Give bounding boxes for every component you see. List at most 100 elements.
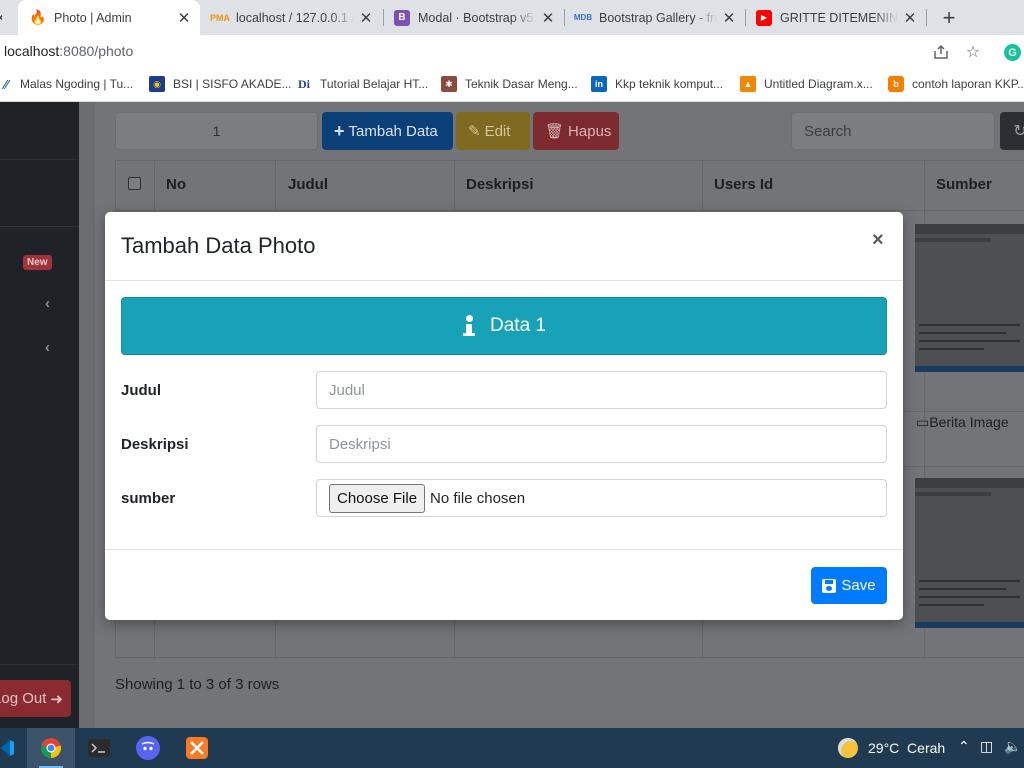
bookmark-label: Teknik Dasar Meng... [465, 77, 578, 91]
chevron-left-icon[interactable]: ‹ [45, 295, 50, 312]
logout-button[interactable]: Log Out ➜ [0, 680, 71, 717]
bookmark-star-icon[interactable]: ☆ [962, 41, 984, 63]
weather-text: 29°C Cerah [868, 740, 946, 756]
file-status: No file chosen [430, 489, 526, 507]
vscode-icon[interactable] [0, 728, 30, 768]
column-header-users-id[interactable]: Users Id [714, 176, 773, 193]
url-text[interactable]: localhost:8080/photo [4, 43, 133, 59]
bootstrap-icon: B [394, 9, 410, 26]
tab-separator [926, 9, 927, 26]
share-icon[interactable] [930, 41, 952, 63]
close-icon[interactable]: ✕ [721, 9, 737, 27]
mdb-icon: MDB [573, 13, 593, 22]
data-section-header: Data 1 [121, 297, 887, 355]
tab-label: Photo | Admin [54, 10, 132, 25]
bookmark-item[interactable]: b contoh laporan KKP... [888, 76, 1024, 92]
chevron-up-icon[interactable]: ⌃ [958, 738, 970, 755]
floppy-disk-icon [822, 578, 837, 593]
blogger-icon: b [888, 76, 904, 92]
hapus-button[interactable]: 🗑 Hapus [533, 112, 619, 150]
tab-bootstrap-gallery[interactable]: MDB Bootstrap Gallery - free ✕ [563, 0, 745, 35]
duniailkom-icon: Di [298, 76, 310, 91]
deskripsi-input[interactable] [316, 425, 887, 463]
new-tab-icon[interactable]: + [938, 5, 960, 31]
grammarly-icon[interactable]: G [1004, 44, 1021, 61]
broken-image-alt: Berita Image [929, 414, 1009, 430]
select-all-checkbox[interactable] [128, 177, 141, 190]
youtube-icon: ▶ [756, 9, 772, 26]
info-icon [462, 315, 476, 337]
tambah-data-label: Tambah Data [348, 122, 438, 140]
bookmark-label: BSI | SISFO AKADE... [173, 77, 292, 91]
close-icon[interactable]: ✕ [358, 9, 374, 27]
plus-icon: + [334, 120, 345, 141]
discord-icon[interactable] [124, 728, 172, 768]
bookmark-item[interactable]: ◉ BSI | SISFO AKADE... [149, 76, 292, 92]
bookmark-label: Untitled Diagram.x... [764, 77, 873, 91]
tab-label: localhost / 127.0.0.1 / [236, 10, 354, 25]
bookmark-label: Malas Ngoding | Tu... [20, 77, 134, 91]
column-header-no[interactable]: No [166, 176, 186, 193]
chrome-icon[interactable] [27, 728, 75, 768]
section-label: Data 1 [490, 315, 546, 336]
refresh-icon[interactable]: ↻ [1000, 112, 1024, 150]
taskbar: 29°C Cerah ⌃ ◫ 🔈 [0, 728, 1024, 768]
logout-label: Log Out [0, 690, 47, 707]
xampp-icon[interactable] [173, 728, 221, 768]
save-button[interactable]: Save [811, 567, 887, 604]
bookmark-item[interactable]: Di Tutorial Belajar HT... [296, 76, 428, 92]
bsi-icon: ◉ [149, 76, 165, 92]
column-header-deskripsi[interactable]: Deskripsi [466, 176, 534, 193]
sidebar-divider [0, 664, 79, 665]
url-path: :8080/photo [59, 43, 134, 59]
edit-button[interactable]: ✎ Edit [456, 112, 530, 150]
page-size-input[interactable]: 1 [115, 112, 318, 150]
bookmark-item[interactable]: ∕∕ Malas Ngoding | Tu... [0, 76, 133, 92]
hapus-label: Hapus [568, 122, 612, 140]
url-host: localhost [4, 43, 60, 59]
tab-label: GRITTE DITEMENIN MALAM [780, 10, 898, 25]
edit-icon: ✎ [468, 123, 481, 140]
bookmark-item[interactable]: ▲ Untitled Diagram.x... [740, 76, 873, 92]
tab-photo-admin[interactable]: 🔥 Photo | Admin ✕ [18, 0, 200, 35]
modal-footer-divider [105, 549, 903, 550]
chevron-left-icon[interactable]: ‹ [45, 339, 50, 356]
judul-input[interactable] [316, 371, 887, 409]
close-icon[interactable]: ✕ [540, 9, 556, 27]
modal-title: Tambah Data Photo [121, 233, 316, 258]
tambah-data-button[interactable]: + Tambah Data [322, 112, 453, 150]
edit-label: Edit [484, 122, 511, 140]
search-input[interactable]: Search [791, 112, 995, 150]
network-icon[interactable]: ◫ [980, 738, 993, 755]
choose-file-button[interactable]: Choose File [329, 483, 426, 513]
tab-phpmyadmin[interactable]: PMA localhost / 127.0.0.1 / ✕ [200, 0, 382, 35]
tab-youtube[interactable]: ▶ GRITTE DITEMENIN MALAM ✕ [744, 0, 926, 35]
trash-icon: 🗑 [545, 123, 565, 140]
tab-bootstrap-modal[interactable]: B Modal · Bootstrap v5.2 ✕ [382, 0, 564, 35]
sign-out-icon: ➜ [50, 690, 63, 708]
close-icon[interactable]: ✕ [902, 9, 918, 27]
column-header-judul[interactable]: Judul [288, 176, 328, 193]
bookmark-label: Tutorial Belajar HT... [320, 77, 429, 91]
speaker-icon[interactable]: 🔈 [1004, 738, 1021, 755]
bookmark-item[interactable]: in Kkp teknik komput... [591, 76, 723, 92]
close-icon[interactable]: × [872, 229, 884, 252]
close-icon[interactable]: ✕ [176, 9, 192, 27]
bookmark-label: contoh laporan KKP... [912, 77, 1024, 91]
column-header-sumber[interactable]: Sumber [936, 176, 992, 193]
sumber-file-input[interactable]: Choose File No file chosen [316, 479, 887, 517]
photo-thumbnail [915, 224, 1024, 372]
drawio-icon: ▲ [740, 76, 756, 92]
sumber-label: sumber [121, 490, 176, 507]
weather-widget[interactable]: 29°C Cerah [838, 738, 945, 758]
bookmark-item[interactable]: ✱ Teknik Dasar Meng... [441, 76, 578, 92]
weather-icon [838, 738, 858, 758]
photo-thumbnail [915, 478, 1024, 628]
tab-partial[interactable]: ✕ [0, 0, 2, 35]
address-bar[interactable]: localhost:8080/photo ☆ G [0, 35, 1024, 69]
terminal-icon[interactable] [75, 728, 123, 768]
save-label: Save [841, 577, 876, 594]
pagination-info: Showing 1 to 3 of 3 rows [115, 676, 280, 693]
close-icon[interactable]: ✕ [0, 9, 2, 27]
bookmark-label: Kkp teknik komput... [615, 77, 724, 91]
